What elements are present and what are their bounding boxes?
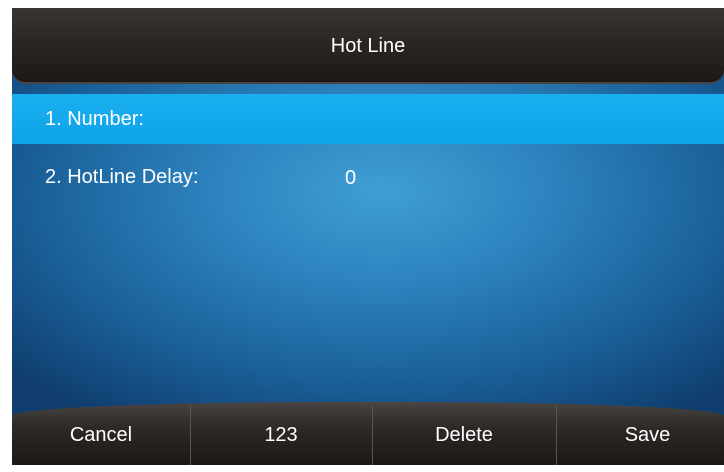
save-button[interactable]: Save [557, 402, 724, 465]
cancel-button[interactable]: Cancel [12, 402, 190, 465]
screen-title: Hot Line [330, 35, 406, 57]
phone-screen: Hot Line 1. Number: 2. HotLine Delay: 0 … [12, 8, 724, 465]
menu-item-hotline-delay[interactable]: 2. HotLine Delay: 0 [12, 152, 724, 202]
menu-item-label: 2. HotLine Delay: [45, 166, 199, 188]
menu-item-number[interactable]: 1. Number: [12, 94, 724, 144]
title-bar: Hot Line [12, 8, 724, 84]
hotline-delay-input[interactable]: 0 [345, 152, 356, 202]
delete-button[interactable]: Delete [373, 402, 555, 465]
softkey-bar: Cancel 123 Delete Save [12, 402, 724, 465]
input-mode-button[interactable]: 123 [191, 402, 371, 465]
menu-item-label: 1. Number: [45, 108, 144, 130]
